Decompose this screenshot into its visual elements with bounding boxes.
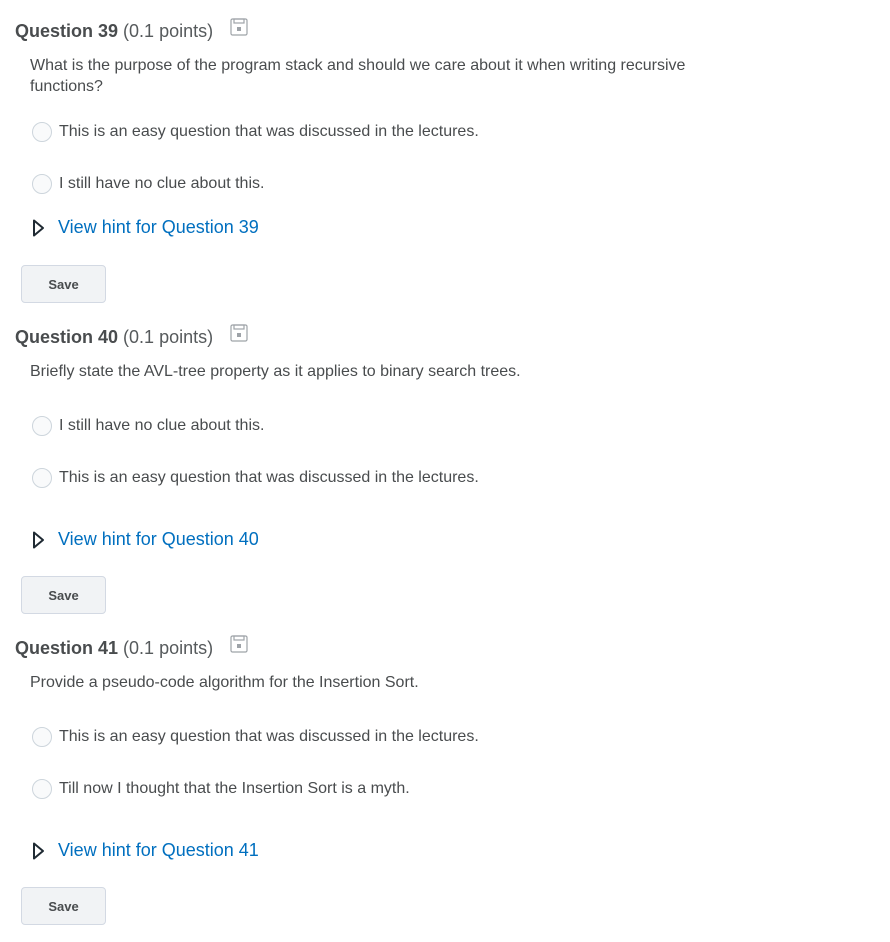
floppy-disk-icon [230, 635, 248, 653]
question-text: What is the purpose of the program stack… [30, 57, 686, 95]
answer-label: Till now I thought that the Insertion So… [59, 780, 410, 797]
floppy-disk-icon [230, 18, 248, 36]
question-points: (0.1 points) [123, 21, 214, 41]
hint-link[interactable]: View hint for Question 39 [58, 217, 259, 238]
floppy-disk-icon [230, 324, 248, 342]
question-header: Question 40 (0.1 points) [15, 326, 213, 348]
hint-link[interactable]: View hint for Question 41 [58, 840, 259, 861]
radio-button[interactable] [32, 468, 52, 488]
triangle-right-icon [33, 531, 44, 548]
answer-label: This is an easy question that was discus… [59, 728, 479, 745]
hint-toggle[interactable]: View hint for Question 39 [32, 217, 259, 238]
question-header: Question 41 (0.1 points) [15, 637, 213, 659]
answer-label: I still have no clue about this. [59, 175, 265, 192]
answer-option[interactable]: Till now I thought that the Insertion So… [32, 777, 410, 801]
save-button[interactable]: Save [21, 887, 106, 925]
hint-toggle[interactable]: View hint for Question 40 [32, 529, 259, 550]
answer-option[interactable]: This is an easy question that was discus… [32, 120, 479, 144]
radio-button[interactable] [32, 174, 52, 194]
radio-button[interactable] [32, 416, 52, 436]
answer-option[interactable]: I still have no clue about this. [32, 414, 264, 438]
answer-option[interactable]: This is an easy question that was discus… [32, 466, 479, 490]
question-title: Question 39 [15, 21, 119, 41]
triangle-right-icon [33, 842, 44, 859]
question-text: Briefly state the AVL-tree property as i… [30, 363, 521, 380]
hint-toggle[interactable]: View hint for Question 41 [32, 840, 259, 861]
answer-label: This is an easy question that was discus… [59, 469, 479, 486]
radio-button[interactable] [32, 122, 52, 142]
question-points: (0.1 points) [123, 638, 214, 658]
question-title: Question 40 [15, 327, 119, 347]
question-points: (0.1 points) [123, 327, 214, 347]
answer-label: This is an easy question that was discus… [59, 123, 479, 140]
question-title: Question 41 [15, 638, 119, 658]
answer-label: I still have no clue about this. [59, 417, 265, 434]
radio-button[interactable] [32, 727, 52, 747]
save-button[interactable]: Save [21, 576, 106, 614]
question-header: Question 39 (0.1 points) [15, 20, 213, 42]
save-button[interactable]: Save [21, 265, 106, 303]
answer-option[interactable]: I still have no clue about this. [32, 172, 264, 196]
triangle-right-icon [33, 219, 44, 236]
hint-link[interactable]: View hint for Question 40 [58, 529, 259, 550]
answer-option[interactable]: This is an easy question that was discus… [32, 725, 479, 749]
radio-button[interactable] [32, 779, 52, 799]
question-text: Provide a pseudo-code algorithm for the … [30, 674, 419, 691]
